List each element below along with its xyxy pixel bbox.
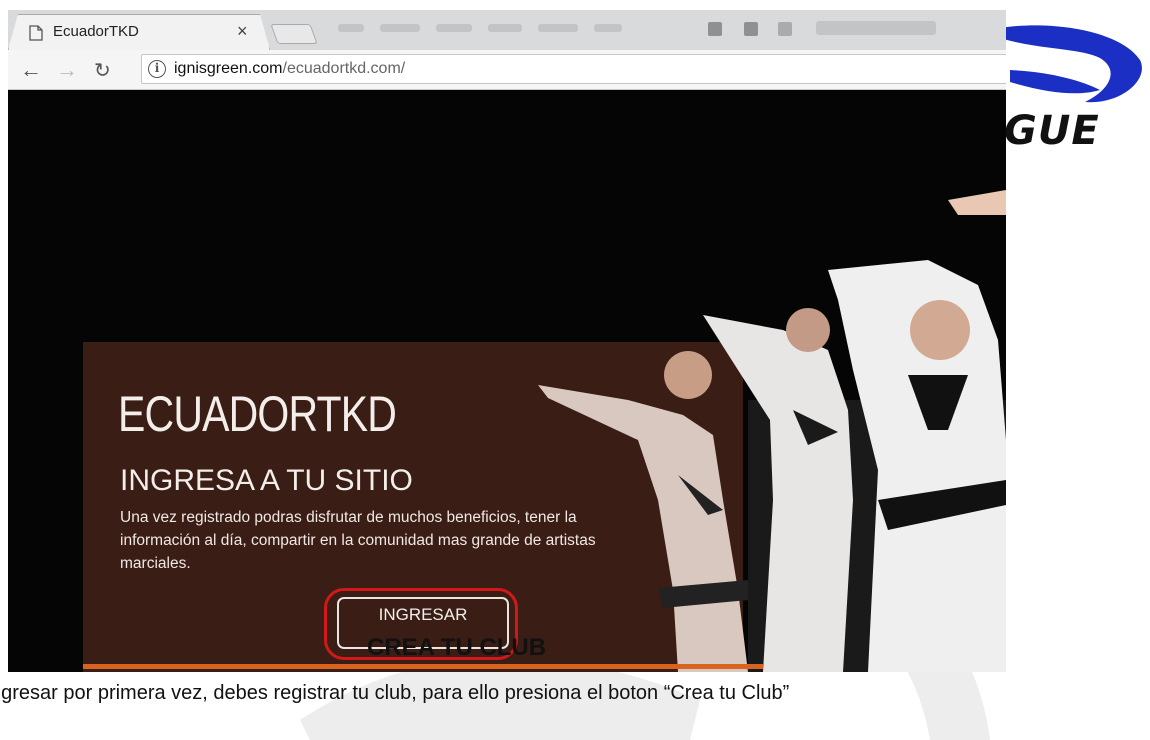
hero-description: Una vez registrado podras disfrutar de m…	[120, 509, 596, 572]
blurred-search-box	[816, 21, 936, 35]
web-page-viewport: ECUADORTKD INGRESA A TU SITIO Una vez re…	[8, 90, 1006, 672]
document-page: GUE EcuadorTKD × ← → ↻ i ignisgreen.com/…	[0, 0, 1150, 740]
blurred-toolbar-icon	[778, 22, 792, 36]
close-icon[interactable]: ×	[237, 21, 248, 42]
page-icon	[29, 25, 43, 41]
url-text: ignisgreen.com/ecuadortkd.com/	[174, 60, 405, 78]
blurred-toolbar-icon	[744, 22, 758, 36]
back-arrow-icon[interactable]: ←	[20, 57, 42, 83]
url-path: /ecuadortkd.com/	[282, 60, 406, 77]
reload-icon[interactable]: ↻	[94, 58, 111, 83]
taekwondo-athletes-image	[538, 190, 1006, 672]
section-heading: CREA TU CLUB	[367, 634, 547, 661]
blurred-toolbar-icon	[708, 22, 722, 36]
tab-strip: EcuadorTKD ×	[8, 10, 1006, 50]
new-tab-button[interactable]	[270, 24, 318, 44]
forward-arrow-icon[interactable]: →	[56, 57, 78, 83]
instruction-caption: ngresar por primera vez, debes registrar…	[0, 682, 790, 704]
blurred-menu-item	[488, 24, 522, 32]
blurred-menu-item	[338, 24, 364, 32]
hero-title: ECUADORTKD	[118, 386, 397, 442]
hero-subtitle: INGRESA A TU SITIO	[120, 464, 413, 497]
blurred-menu-item	[436, 24, 472, 32]
accent-divider	[83, 664, 763, 669]
blurred-menu-item	[380, 24, 420, 32]
blurred-menu-item	[538, 24, 578, 32]
browser-toolbar: ← → ↻ i ignisgreen.com/ecuadortkd.com/	[8, 50, 1006, 90]
blurred-menu-item	[594, 24, 622, 32]
address-bar[interactable]: i ignisgreen.com/ecuadortkd.com/	[141, 54, 1006, 84]
url-host: ignisgreen.com	[174, 60, 283, 77]
logo-text: GUE	[1004, 108, 1100, 154]
tab-ecuadortkd[interactable]: EcuadorTKD ×	[8, 14, 270, 50]
info-icon[interactable]: i	[148, 60, 166, 78]
browser-window: EcuadorTKD × ← → ↻ i ignisgreen.com/ecua…	[8, 10, 1006, 672]
tab-title: EcuadorTKD	[53, 23, 139, 40]
